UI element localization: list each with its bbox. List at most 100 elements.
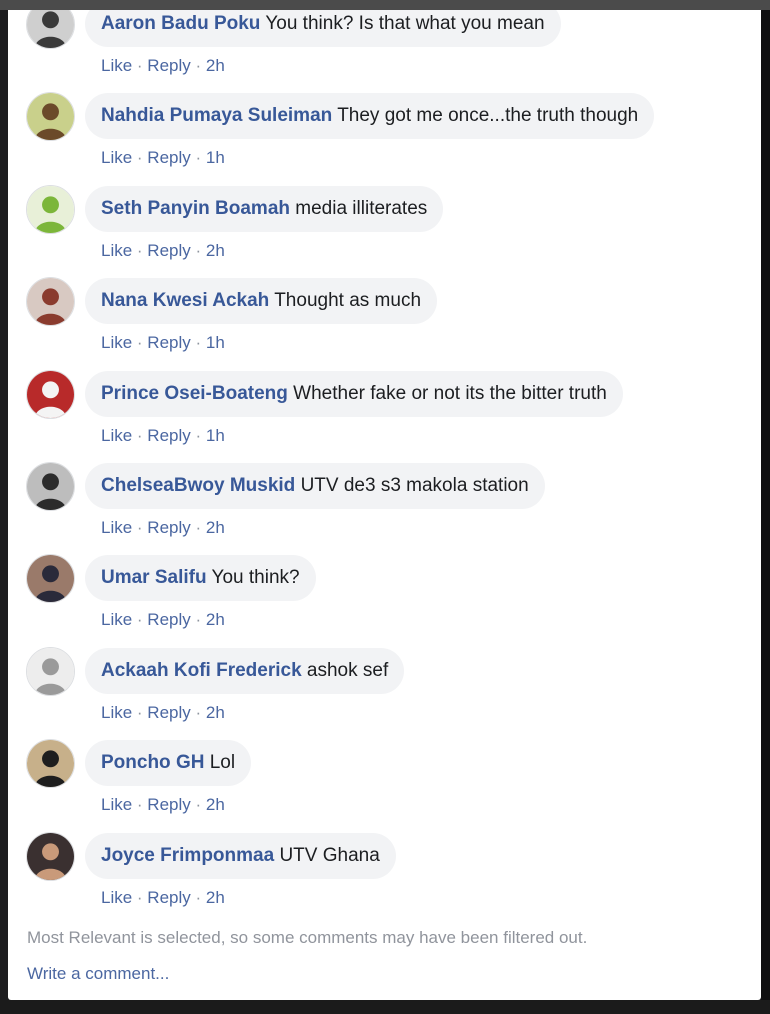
comment-bubble: Poncho GH Lol xyxy=(85,740,252,786)
reply-button[interactable]: Reply xyxy=(147,241,190,260)
avatar-photo-icon xyxy=(27,186,74,233)
window-right-edge xyxy=(761,10,770,1000)
like-button[interactable]: Like xyxy=(101,888,132,907)
separator-dot: · xyxy=(132,610,148,629)
comment-actions: Like · Reply · 2h xyxy=(101,518,225,538)
comment-bubble: Joyce Frimponmaa UTV Ghana xyxy=(85,833,396,879)
like-button[interactable]: Like xyxy=(101,795,132,814)
avatar[interactable] xyxy=(26,277,75,326)
comment-author-link[interactable]: Poncho GH xyxy=(101,752,204,773)
filter-note: Most Relevant is selected, so some comme… xyxy=(27,928,588,947)
avatar-photo-icon xyxy=(27,833,74,880)
comment-text: UTV de3 s3 makola station xyxy=(300,475,529,496)
avatar[interactable] xyxy=(26,185,75,234)
avatar[interactable] xyxy=(26,647,75,696)
comment-bubble: Seth Panyin Boamah media illiterates xyxy=(85,186,444,232)
comment-author-link[interactable]: Nana Kwesi Ackah xyxy=(101,290,269,311)
separator-dot: · xyxy=(190,610,206,629)
window-bottom-edge xyxy=(0,1000,770,1014)
reply-button[interactable]: Reply xyxy=(147,795,190,814)
separator-dot: · xyxy=(132,426,148,445)
separator-dot: · xyxy=(132,333,148,352)
reply-button[interactable]: Reply xyxy=(147,703,190,722)
like-button[interactable]: Like xyxy=(101,241,132,260)
comment-actions: Like · Reply · 2h xyxy=(101,795,225,815)
comment-timestamp-link[interactable]: 1h xyxy=(206,333,225,352)
reply-button[interactable]: Reply xyxy=(147,426,190,445)
comment-author-link[interactable]: Joyce Frimponmaa xyxy=(101,845,274,866)
avatar[interactable] xyxy=(26,462,75,511)
avatar[interactable] xyxy=(26,554,75,603)
avatar-photo-icon xyxy=(27,463,74,510)
separator-dot: · xyxy=(132,148,148,167)
comment-bubble: ChelseaBwoy Muskid UTV de3 s3 makola sta… xyxy=(85,463,545,509)
comment-text: media illiterates xyxy=(295,198,428,219)
like-button[interactable]: Like xyxy=(101,518,132,537)
separator-dot: · xyxy=(132,888,148,907)
like-button[interactable]: Like xyxy=(101,333,132,352)
comment-timestamp-link[interactable]: 1h xyxy=(206,148,225,167)
comment-text: ashok sef xyxy=(306,660,389,681)
like-button[interactable]: Like xyxy=(101,56,132,75)
comment-text: Whether fake or not its the bitter truth xyxy=(293,383,607,404)
like-button[interactable]: Like xyxy=(101,148,132,167)
reply-button[interactable]: Reply xyxy=(147,888,190,907)
avatar-photo-icon xyxy=(27,371,74,418)
comments-panel: Aaron Badu Poku You think? Is that what … xyxy=(8,10,761,1000)
comment-author-link[interactable]: Aaron Badu Poku xyxy=(101,13,260,34)
separator-dot: · xyxy=(132,518,148,537)
write-comment-input[interactable]: Write a comment... xyxy=(27,964,169,984)
comment-actions: Like · Reply · 2h xyxy=(101,241,225,261)
comment-actions: Like · Reply · 2h xyxy=(101,888,225,908)
avatar[interactable] xyxy=(26,10,75,49)
separator-dot: · xyxy=(190,56,206,75)
comment-timestamp-link[interactable]: 2h xyxy=(206,518,225,537)
avatar[interactable] xyxy=(26,370,75,419)
comment-actions: Like · Reply · 1h xyxy=(101,148,225,168)
reply-button[interactable]: Reply xyxy=(147,333,190,352)
comment-timestamp-link[interactable]: 2h xyxy=(206,703,225,722)
like-button[interactable]: Like xyxy=(101,610,132,629)
comment-text: Lol xyxy=(209,752,236,773)
avatar-photo-icon xyxy=(27,555,74,602)
comment-bubble: Nana Kwesi Ackah Thought as much xyxy=(85,278,438,324)
avatar[interactable] xyxy=(26,92,75,141)
comment-author-link[interactable]: Ackaah Kofi Frederick xyxy=(101,660,302,681)
like-button[interactable]: Like xyxy=(101,703,132,722)
comment-timestamp-link[interactable]: 2h xyxy=(206,56,225,75)
comment-text: They got me once...the truth though xyxy=(337,105,639,126)
comment-author-link[interactable]: ChelseaBwoy Muskid xyxy=(101,475,295,496)
comment-timestamp-link[interactable]: 1h xyxy=(206,426,225,445)
comment-timestamp-link[interactable]: 2h xyxy=(206,795,225,814)
separator-dot: · xyxy=(132,795,148,814)
reply-button[interactable]: Reply xyxy=(147,56,190,75)
comment-timestamp-link[interactable]: 2h xyxy=(206,241,225,260)
separator-dot: · xyxy=(190,333,206,352)
avatar-photo-icon xyxy=(27,648,74,695)
comment-timestamp-link[interactable]: 2h xyxy=(206,610,225,629)
separator-dot: · xyxy=(190,518,206,537)
avatar[interactable] xyxy=(26,739,75,788)
like-button[interactable]: Like xyxy=(101,426,132,445)
comment-author-link[interactable]: Seth Panyin Boamah xyxy=(101,198,290,219)
comment-author-link[interactable]: Umar Salifu xyxy=(101,567,207,588)
comment-bubble: Aaron Badu Poku You think? Is that what … xyxy=(85,10,561,47)
separator-dot: · xyxy=(132,241,148,260)
comment-author-link[interactable]: Nahdia Pumaya Suleiman xyxy=(101,105,332,126)
comment-timestamp-link[interactable]: 2h xyxy=(206,888,225,907)
comment-bubble: Nahdia Pumaya Suleiman They got me once.… xyxy=(85,93,655,139)
separator-dot: · xyxy=(190,426,206,445)
comment-actions: Like · Reply · 2h xyxy=(101,56,225,76)
comment-bubble: Prince Osei-Boateng Whether fake or not … xyxy=(85,371,623,417)
reply-button[interactable]: Reply xyxy=(147,518,190,537)
reply-button[interactable]: Reply xyxy=(147,148,190,167)
comment-actions: Like · Reply · 2h xyxy=(101,610,225,630)
separator-dot: · xyxy=(132,56,148,75)
separator-dot: · xyxy=(190,795,206,814)
comment-author-link[interactable]: Prince Osei-Boateng xyxy=(101,383,288,404)
avatar[interactable] xyxy=(26,832,75,881)
separator-dot: · xyxy=(190,703,206,722)
reply-button[interactable]: Reply xyxy=(147,610,190,629)
avatar-photo-icon xyxy=(27,10,74,48)
comment-bubble: Ackaah Kofi Frederick ashok sef xyxy=(85,648,405,694)
